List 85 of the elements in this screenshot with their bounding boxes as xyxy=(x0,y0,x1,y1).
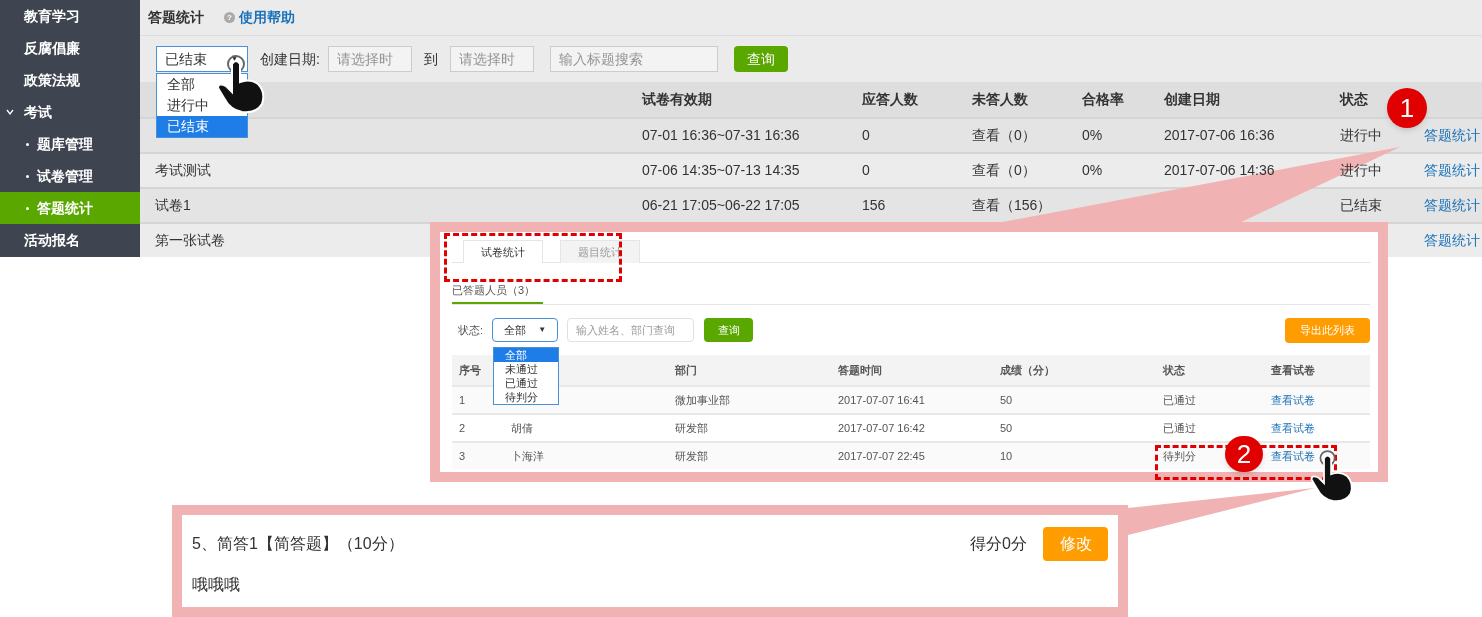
table-cell-text: 查看（0） xyxy=(972,126,1036,145)
column-header: 未答人数 xyxy=(972,90,1028,109)
view-paper-link[interactable]: 查看试卷 xyxy=(1271,419,1315,437)
answer-text: 哦哦哦 xyxy=(192,575,241,595)
table-cell-text: 待判分 xyxy=(1163,448,1196,464)
caret-icon: ▼ xyxy=(538,324,547,336)
table-cell-text: 2 xyxy=(459,420,466,436)
sidebar-item[interactable]: 考试 xyxy=(0,96,140,128)
table-cell-text: 已通过 xyxy=(1163,420,1196,436)
column-header: 成绩（分） xyxy=(1000,362,1055,378)
table-cell-text: 进行中 xyxy=(1340,126,1382,145)
table-cell-text: 进行中 xyxy=(1340,161,1382,180)
table-cell-text: 50 xyxy=(1000,392,1013,408)
table-cell-text: 研发部 xyxy=(675,448,708,464)
view-paper-link[interactable]: 查看试卷 xyxy=(1271,391,1315,409)
table-cell-text: 2017-07-06 16:36 xyxy=(1164,126,1275,145)
to-label: 到 xyxy=(422,49,439,69)
table-cell-text: 156 xyxy=(862,196,886,215)
dropdown-option[interactable]: 全部 xyxy=(494,348,558,362)
table-cell-text: 试卷1 xyxy=(155,196,191,215)
dropdown-option[interactable]: 已通过 xyxy=(494,376,558,390)
question-title: 5、简答1【简答题】（10分） xyxy=(192,534,404,554)
chevron-icon[interactable] xyxy=(6,108,14,116)
dropdown-option[interactable]: 待判分 xyxy=(494,390,558,404)
date-label: 创建日期: xyxy=(260,49,320,69)
column-header: 试卷有效期 xyxy=(642,90,712,109)
date-to-field[interactable]: 请选择时 xyxy=(449,46,534,72)
table-cell-text: 查看（0） xyxy=(972,161,1036,180)
help-link[interactable]: ? 使用帮助 xyxy=(224,7,295,28)
page-title: 答题统计 xyxy=(148,8,204,27)
tab[interactable]: 试卷统计 xyxy=(463,240,543,263)
table-cell-text: 卜海洋 xyxy=(511,448,544,464)
search-field[interactable]: 输入姓名、部门查询 xyxy=(567,318,695,342)
table-cell-text: 2017-07-06 14:36 xyxy=(1164,161,1275,180)
table-cell-text: 已通过 xyxy=(1163,392,1196,408)
stats-link[interactable]: 答题统计 xyxy=(1424,230,1480,251)
sidebar-item[interactable]: 反腐倡廉 xyxy=(0,32,140,64)
table-cell-text: 06-21 17:05~06-22 17:05 xyxy=(642,196,800,215)
column-header: 应答人数 xyxy=(862,90,918,109)
column-header: 状态 xyxy=(1340,90,1368,109)
sidebar-item[interactable]: 试卷管理 xyxy=(0,160,140,192)
sidebar-item[interactable]: 教育学习 xyxy=(0,0,140,32)
score-text: 得分0分 xyxy=(970,534,1027,554)
table-cell-text: 研发部 xyxy=(675,420,708,436)
table-cell-text: 0 xyxy=(862,161,870,180)
column-header: 序号 xyxy=(459,362,481,378)
sidebar-item[interactable]: 题库管理 xyxy=(0,128,140,160)
date-from-field[interactable]: 请选择时 xyxy=(327,46,412,72)
help-icon: ? xyxy=(224,12,235,23)
table-cell-text: 2017-07-07 16:42 xyxy=(838,420,925,436)
column-header: 部门 xyxy=(675,362,697,378)
table-cell-text: 07-01 16:36~07-31 16:36 xyxy=(642,126,800,145)
column-header: 合格率 xyxy=(1082,90,1124,109)
table-cell-text: 0% xyxy=(1082,161,1103,180)
table-cell-text: 已结束 xyxy=(1340,196,1382,215)
view-paper-link[interactable]: 查看试卷 xyxy=(1271,447,1315,465)
table-cell-text: 0 xyxy=(862,126,870,145)
dropdown-option[interactable]: 已结束 xyxy=(157,116,247,137)
sub-tab[interactable]: 已答题人员（3） xyxy=(452,281,544,304)
status-select[interactable]: 全部 ▼ xyxy=(492,318,559,342)
table-cell-text: 3 xyxy=(459,448,466,464)
table-cell-text: 2017-07-07 22:45 xyxy=(838,448,925,464)
column-header: 状态 xyxy=(1163,362,1185,378)
column-header: 查看试卷 xyxy=(1271,362,1315,378)
sidebar-item[interactable]: 政策法规 xyxy=(0,64,140,96)
dropdown-option[interactable]: 未通过 xyxy=(494,362,558,376)
column-header: 创建日期 xyxy=(1164,90,1220,109)
sidebar-item[interactable]: 活动报名 xyxy=(0,224,140,256)
table-cell-text: 第一张试卷 xyxy=(155,231,225,250)
table-cell-text: 10 xyxy=(1000,448,1013,464)
table-cell-text: 考试测试 xyxy=(155,161,211,180)
search-field[interactable]: 输入标题搜索 xyxy=(549,46,718,72)
table-cell-text: 微加事业部 xyxy=(675,392,730,408)
table-cell-text: 查看（156） xyxy=(972,196,1052,215)
column-header: 答题时间 xyxy=(838,362,882,378)
table-cell-text: 2017-07-07 16:41 xyxy=(838,392,925,408)
status-label: 状态: xyxy=(458,322,484,338)
stats-link[interactable]: 答题统计 xyxy=(1424,125,1480,146)
stats-link[interactable]: 答题统计 xyxy=(1424,160,1480,181)
table-cell-text: 1 xyxy=(459,392,466,408)
table-cell-text: 胡倩 xyxy=(511,420,533,436)
stats-link[interactable]: 答题统计 xyxy=(1424,195,1480,216)
table-cell-text: 0% xyxy=(1082,126,1103,145)
table-cell-text: 07-06 14:35~07-13 14:35 xyxy=(642,161,800,180)
table-cell-text: 50 xyxy=(1000,420,1013,436)
